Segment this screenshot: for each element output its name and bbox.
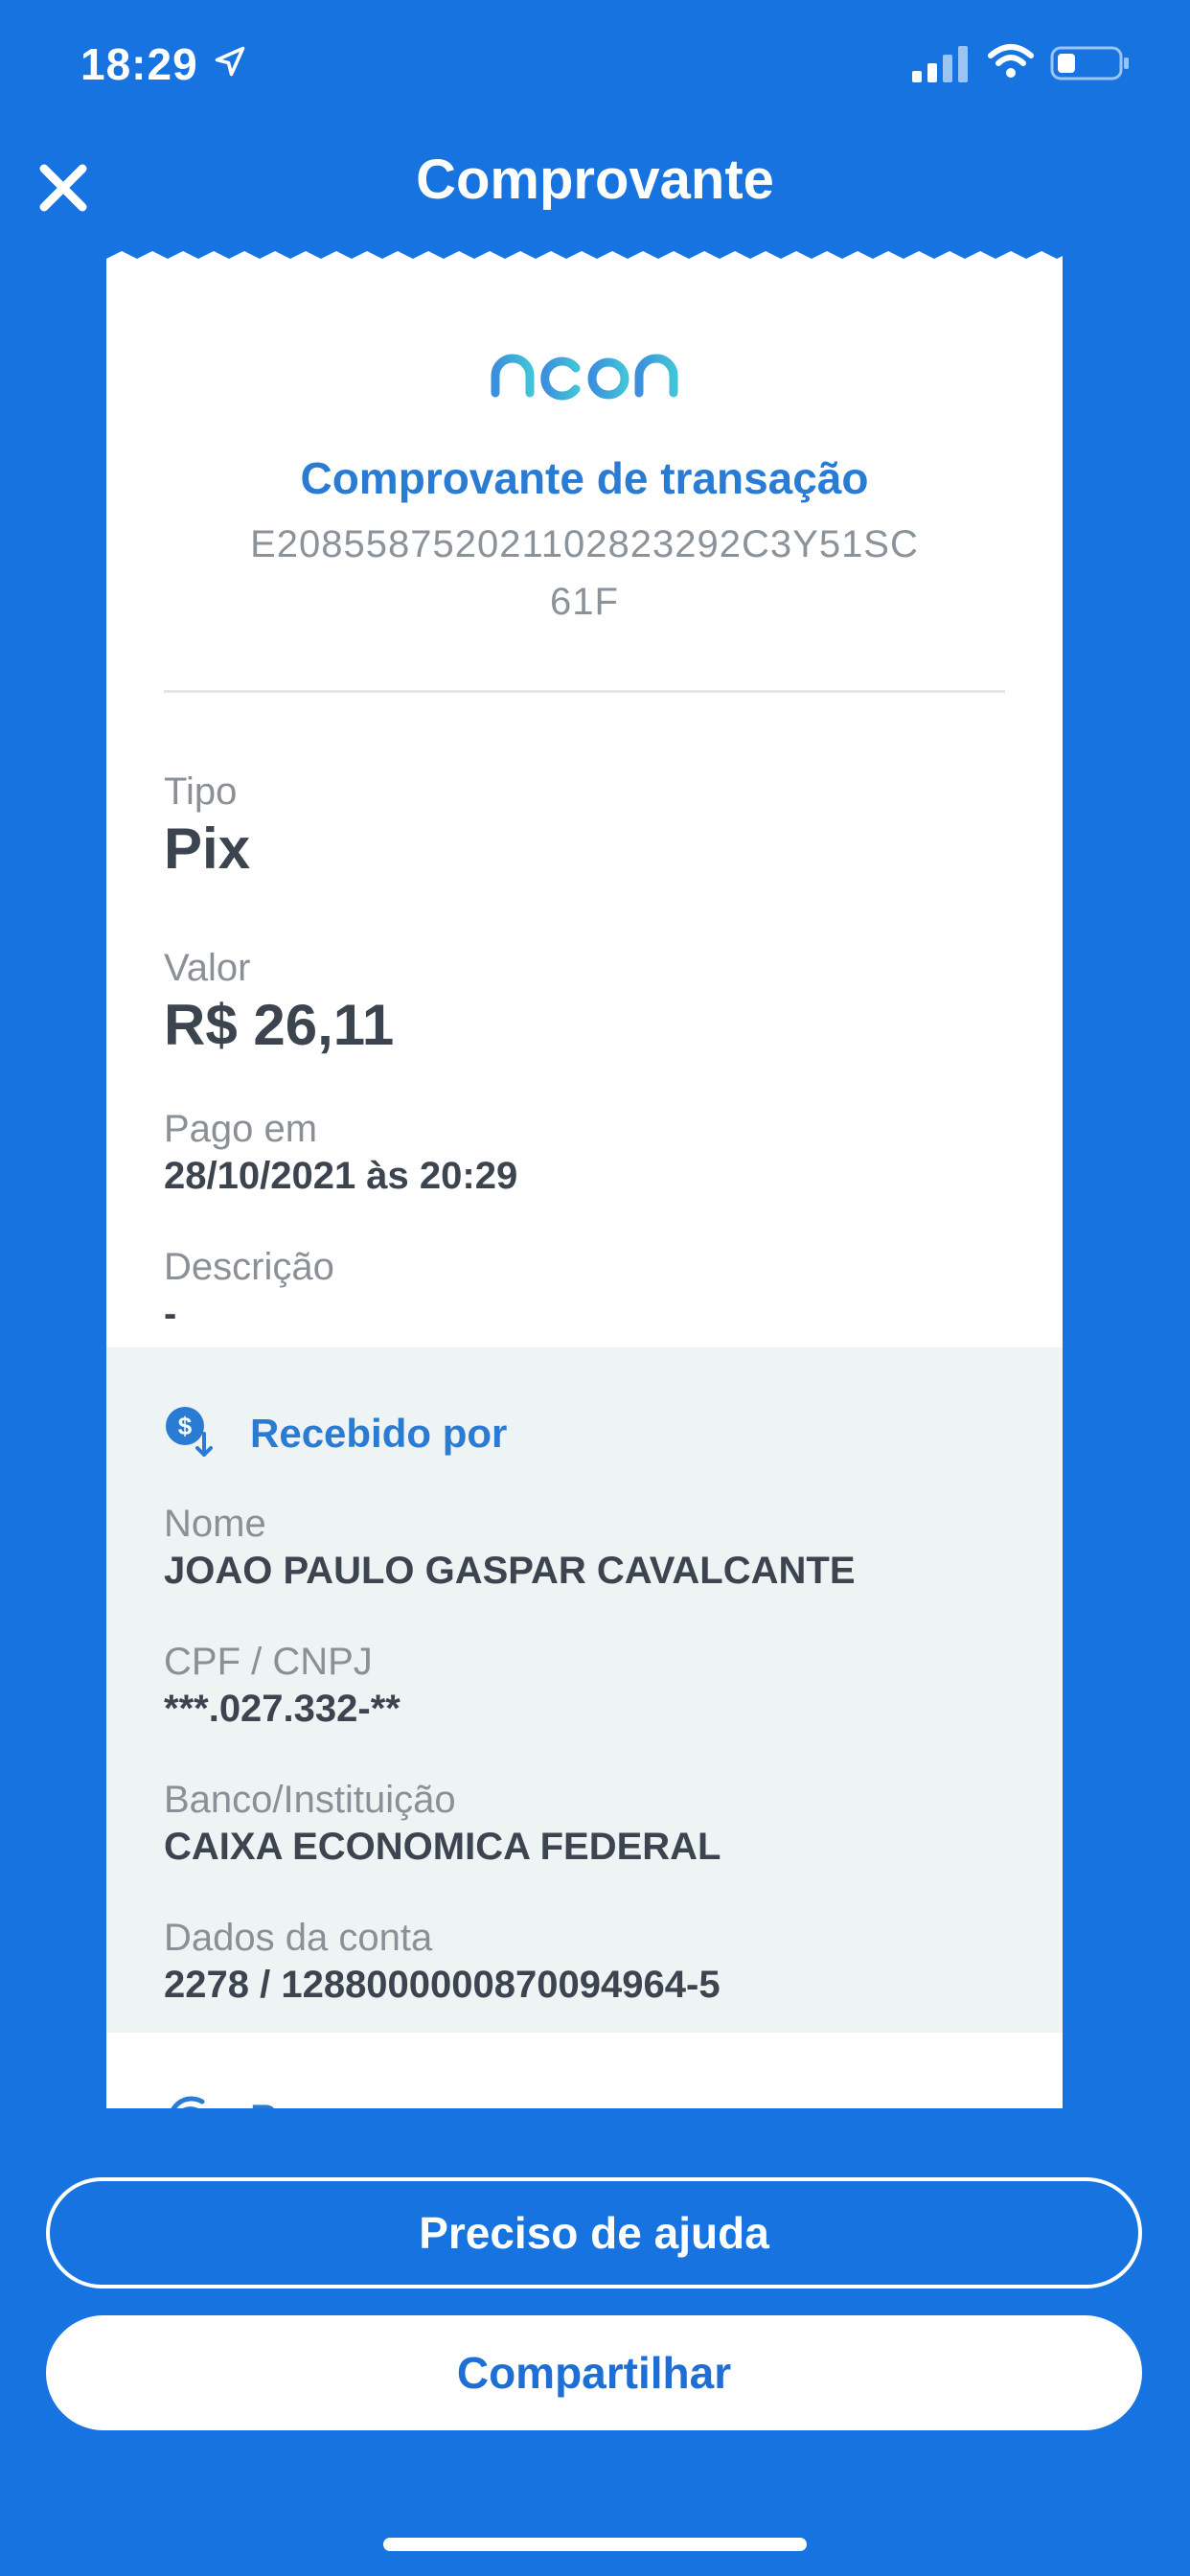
receipt-heading: Comprovante de transação [300,453,869,503]
home-indicator[interactable] [383,2538,807,2551]
field-label: Nome [164,1503,266,1545]
recebido-por-section: $ Recebido por Nome JOAO PAULO GASPAR CA… [106,1347,1063,2033]
field-tipo: Tipo Pix [164,769,1007,884]
status-time: 18:29 [80,39,198,89]
section-title: Pago por [250,2096,424,2108]
field-valor: Valor R$ 26,11 [164,945,1007,1060]
svg-text:$: $ [178,1412,193,1440]
field-value: CAIXA ECONOMICA FEDERAL [164,1826,721,1868]
cellular-signal-icon [912,46,968,82]
field-label: CPF / CNPJ [164,1641,373,1683]
field-value: ***.027.332-** [164,1688,400,1730]
field-dados-conta: Dados da conta 2278 / 128800000087009496… [164,1915,1007,2009]
divider [164,690,1005,693]
field-label: Banco/Instituição [164,1779,456,1821]
transaction-id-line-1: E20855875202110282329​2C3Y51SC [250,523,919,565]
field-cpf-cnpj: CPF / CNPJ ***.027.332-** [164,1639,1007,1733]
field-pago-em: Pago em 28/10/2021 às 20:29 [164,1106,1007,1200]
field-value: 2278 / 1288000000870094964-5 [164,1964,721,2006]
field-descricao: Descrição - [164,1244,1007,1338]
status-bar: 18:29 [0,0,1190,134]
field-label: Dados da conta [164,1917,433,1959]
neon-logo [491,354,678,401]
field-label: Tipo [164,770,238,813]
page-title: Comprovante [416,149,774,211]
transaction-id: E20855875202110282329​2C3Y51SC 61F [106,516,1063,631]
transaction-id-line-2: 61F [550,581,619,623]
money-sent-icon [171,2096,205,2108]
section-title: Recebido por [250,1411,508,1456]
receipt-zigzag-edge [106,251,1063,274]
location-arrow-icon [215,46,245,77]
battery-icon [1050,46,1129,80]
field-label: Descrição [164,1246,334,1288]
field-label: Pago em [164,1108,318,1150]
money-received-icon: $ [166,1407,213,1457]
field-banco: Banco/Instituição CAIXA ECONOMICA FEDERA… [164,1777,1007,1871]
field-value: Pix [164,816,251,881]
receipt-body: Comprovante de transação E20855875202110… [106,272,1063,2108]
receipt-card[interactable]: Comprovante de transação E20855875202110… [106,251,1063,2108]
field-label: Valor [164,947,251,989]
field-nome: Nome JOAO PAULO GASPAR CAVALCANTE [164,1501,1007,1595]
wifi-icon [988,44,1034,78]
field-value: 28/10/2021 às 20:29 [164,1155,518,1197]
field-value: - [164,1293,177,1335]
help-button[interactable]: Preciso de ajuda [46,2177,1142,2288]
field-value: JOAO PAULO GASPAR CAVALCANTE [164,1550,856,1592]
share-button[interactable]: Compartilhar [46,2315,1142,2430]
field-value: R$ 26,11 [164,993,395,1057]
